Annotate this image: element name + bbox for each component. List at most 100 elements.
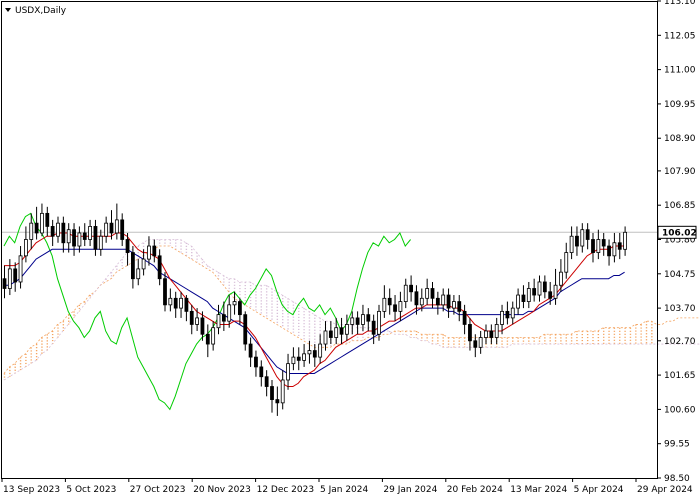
x-tick-label: 5 Jan 2024 bbox=[320, 485, 368, 495]
candle-body bbox=[307, 350, 312, 355]
candle-body bbox=[66, 229, 71, 244]
candle-body bbox=[254, 356, 258, 368]
candle-body bbox=[371, 320, 376, 335]
candle-body bbox=[195, 317, 200, 325]
candle-body bbox=[130, 252, 135, 280]
candle-body bbox=[125, 239, 130, 253]
candle-body bbox=[403, 284, 408, 302]
y-tick-label: 103.70 bbox=[664, 304, 696, 314]
candle-body bbox=[441, 294, 446, 306]
candle-body bbox=[553, 284, 558, 299]
candle-body bbox=[147, 245, 151, 260]
ichimoku-chart: 113.10 112.05 111.00 109.95 108.90 107.90 106.… bbox=[0, 0, 700, 500]
candle-body bbox=[339, 327, 344, 335]
candle-body bbox=[114, 219, 119, 234]
candle-body bbox=[264, 376, 269, 387]
candle-body bbox=[318, 343, 323, 358]
candle-body bbox=[596, 239, 601, 253]
candle-body bbox=[398, 301, 403, 312]
candle-body bbox=[72, 229, 76, 247]
candle-body bbox=[296, 356, 301, 361]
y-tick-label: 109.95 bbox=[664, 100, 696, 110]
candle-body bbox=[18, 255, 23, 283]
candle-body bbox=[302, 353, 307, 361]
candle-body bbox=[141, 258, 146, 270]
candle-body bbox=[45, 212, 50, 227]
y-tick-label: 100.60 bbox=[664, 405, 696, 415]
candle-body bbox=[425, 288, 430, 299]
y-tick-label: 106.85 bbox=[664, 201, 696, 211]
candle-body bbox=[350, 317, 355, 325]
y-tick-label: 113.10 bbox=[664, 0, 696, 7]
candle-body bbox=[323, 330, 328, 345]
candle-body bbox=[591, 239, 595, 253]
candle-body bbox=[393, 304, 397, 312]
candle-body bbox=[387, 297, 392, 306]
candle-body bbox=[435, 297, 440, 306]
candle-body bbox=[168, 297, 173, 306]
candle-body bbox=[280, 379, 285, 404]
x-tick-label: 20 Nov 2023 bbox=[193, 485, 251, 495]
candle-body bbox=[275, 399, 280, 404]
candle-body bbox=[93, 226, 98, 250]
candle-body bbox=[542, 281, 547, 293]
candle-body bbox=[564, 252, 569, 273]
x-tick-label: 13 Sep 2023 bbox=[3, 485, 60, 495]
candle-body bbox=[179, 297, 183, 309]
x-tick-label: 29 Apr 2024 bbox=[637, 485, 693, 495]
x-tick-label: 20 Feb 2024 bbox=[447, 485, 503, 495]
candle-body bbox=[532, 288, 537, 296]
candle-body bbox=[29, 222, 34, 240]
candle-body bbox=[291, 356, 296, 365]
y-tick-label: 104.75 bbox=[664, 270, 696, 280]
y-tick-label: 112.05 bbox=[664, 31, 696, 41]
candle-body bbox=[77, 232, 82, 247]
candle-body bbox=[248, 343, 253, 358]
candle-body bbox=[446, 294, 451, 309]
y-tick-label: 101.65 bbox=[664, 371, 696, 381]
x-tick-label: 12 Dec 2023 bbox=[257, 485, 315, 495]
candle-body bbox=[559, 271, 563, 286]
x-tick-label: 5 Apr 2024 bbox=[574, 485, 624, 495]
y-tick-label: 99.55 bbox=[664, 440, 690, 450]
candle-body bbox=[505, 310, 510, 319]
candle-body bbox=[221, 314, 226, 322]
candle-body bbox=[489, 330, 494, 338]
chart-title: USDX,Daily bbox=[5, 6, 67, 16]
candle-body bbox=[617, 242, 622, 250]
candle-body bbox=[120, 219, 125, 240]
y-tick-label: 107.90 bbox=[664, 167, 696, 177]
x-tick-label: 29 Jan 2024 bbox=[383, 485, 437, 495]
candle-body bbox=[286, 363, 290, 381]
candle-body bbox=[355, 317, 360, 325]
candle-body bbox=[585, 229, 590, 240]
y-tick-label: 102.70 bbox=[664, 337, 696, 347]
candle-body bbox=[414, 291, 419, 306]
candle-body bbox=[50, 226, 55, 237]
candle-body bbox=[259, 366, 264, 378]
candle-body bbox=[232, 301, 237, 306]
y-tick-label: 108.90 bbox=[664, 134, 696, 144]
candle-body bbox=[13, 268, 18, 283]
candle-body bbox=[548, 291, 553, 299]
last-price-label: 106.02 bbox=[662, 228, 697, 238]
candle-body bbox=[61, 222, 66, 244]
candle-body bbox=[216, 314, 221, 329]
candle-body bbox=[516, 294, 520, 309]
x-tick-label: 5 Oct 2023 bbox=[66, 485, 116, 495]
candle-body bbox=[243, 314, 248, 345]
symbol-title: USDX,Daily bbox=[15, 6, 67, 16]
candle-body bbox=[2, 278, 7, 289]
candle-body bbox=[575, 235, 579, 247]
candle-body bbox=[152, 245, 157, 257]
y-tick-label: 98.50 bbox=[664, 474, 690, 484]
candle-body bbox=[237, 301, 242, 316]
last-price-tag: 106.02 bbox=[657, 225, 697, 239]
candle-body bbox=[344, 324, 349, 335]
y-tick-label: 111.00 bbox=[664, 66, 696, 76]
candle-body bbox=[40, 212, 44, 234]
candle-body bbox=[419, 297, 424, 306]
candle-body bbox=[473, 340, 478, 348]
candle-body bbox=[56, 222, 60, 237]
x-tick-label: 13 Mar 2024 bbox=[510, 485, 567, 495]
